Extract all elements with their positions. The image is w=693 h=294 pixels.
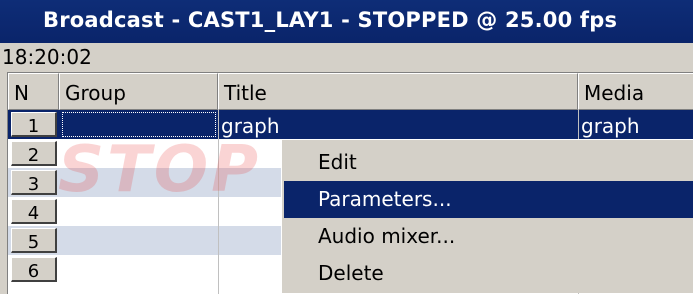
row-number[interactable]: 5: [11, 228, 57, 253]
row-number[interactable]: 1: [11, 112, 57, 137]
context-menu: Edit Parameters... Audio mixer... Delete: [281, 139, 693, 293]
window-title: Broadcast - CAST1_LAY1 - STOPPED @ 25.00…: [0, 0, 693, 43]
menu-item-parameters[interactable]: Parameters...: [284, 181, 693, 218]
column-header-media[interactable]: Media: [578, 73, 693, 110]
row-number[interactable]: 6: [11, 257, 57, 282]
row-number[interactable]: 4: [11, 199, 57, 224]
column-header-n[interactable]: N: [8, 73, 59, 110]
title-cell[interactable]: graph: [221, 110, 280, 139]
menu-item-audio-mixer[interactable]: Audio mixer...: [284, 218, 693, 255]
media-cell[interactable]: graph: [581, 110, 640, 139]
group-cell[interactable]: [62, 112, 216, 137]
table-row[interactable]: 1 graph graph: [8, 110, 693, 139]
row-number[interactable]: 3: [11, 170, 57, 195]
menu-item-delete[interactable]: Delete: [284, 255, 693, 292]
clock-display: 18:20:02: [2, 45, 92, 69]
column-divider: [218, 110, 219, 294]
column-header-title[interactable]: Title: [218, 73, 578, 110]
column-header-group[interactable]: Group: [59, 73, 218, 110]
row-number[interactable]: 2: [11, 141, 57, 166]
menu-item-edit[interactable]: Edit: [284, 144, 693, 181]
